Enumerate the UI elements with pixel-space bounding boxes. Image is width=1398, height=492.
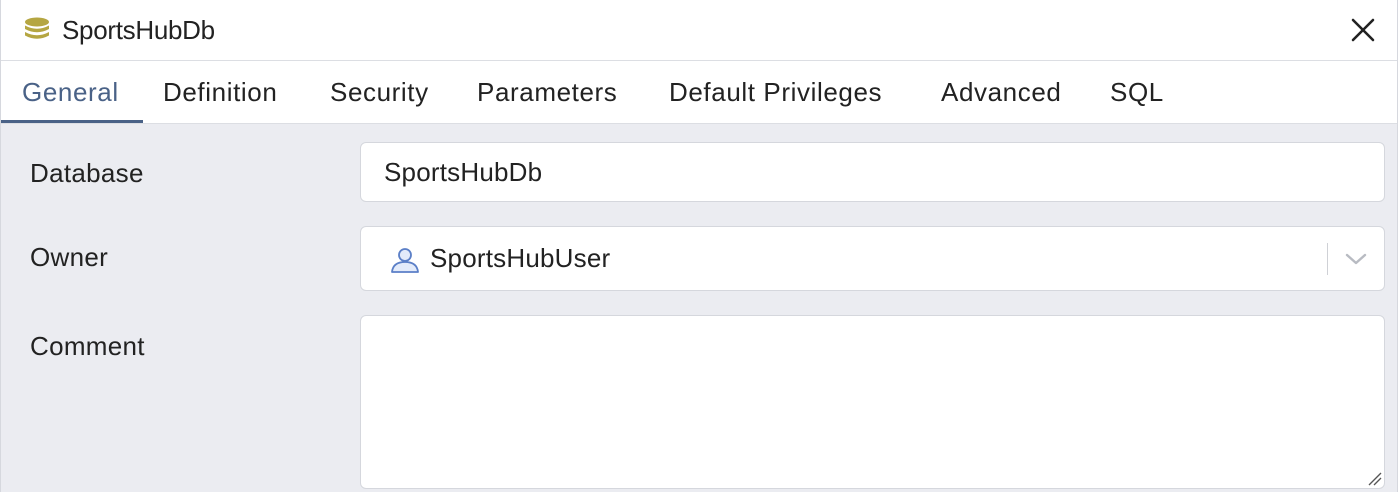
active-tab-indicator [1, 120, 143, 123]
tab-security[interactable]: Security [330, 61, 429, 123]
database-name-input[interactable]: SportsHubDb [360, 142, 1385, 202]
database-properties-dialog: SportsHubDb General Definition Security … [0, 0, 1398, 492]
tab-parameters[interactable]: Parameters [477, 61, 617, 123]
user-icon [391, 248, 419, 273]
comment-label: Comment [30, 331, 145, 361]
tab-definition[interactable]: Definition [163, 61, 277, 123]
tab-bar: General Definition Security Parameters D… [1, 61, 1397, 124]
database-name-value: SportsHubDb [384, 157, 543, 187]
tab-advanced[interactable]: Advanced [941, 61, 1061, 123]
comment-textarea[interactable] [360, 315, 1385, 489]
tab-default-privileges[interactable]: Default Privileges [669, 61, 882, 123]
dialog-titlebar: SportsHubDb [1, 0, 1397, 61]
owner-value: SportsHubUser [430, 243, 611, 273]
tab-sql[interactable]: SQL [1110, 61, 1164, 123]
close-icon[interactable] [1349, 16, 1377, 44]
dialog-title: SportsHubDb [62, 15, 215, 45]
resize-grip-icon[interactable] [1366, 470, 1382, 486]
owner-label: Owner [30, 242, 109, 272]
owner-select[interactable]: SportsHubUser [360, 226, 1385, 291]
database-icon [25, 17, 49, 39]
chevron-down-icon[interactable] [1344, 249, 1368, 269]
select-divider [1327, 243, 1328, 275]
tab-general[interactable]: General [22, 61, 119, 123]
database-label: Database [30, 158, 144, 188]
